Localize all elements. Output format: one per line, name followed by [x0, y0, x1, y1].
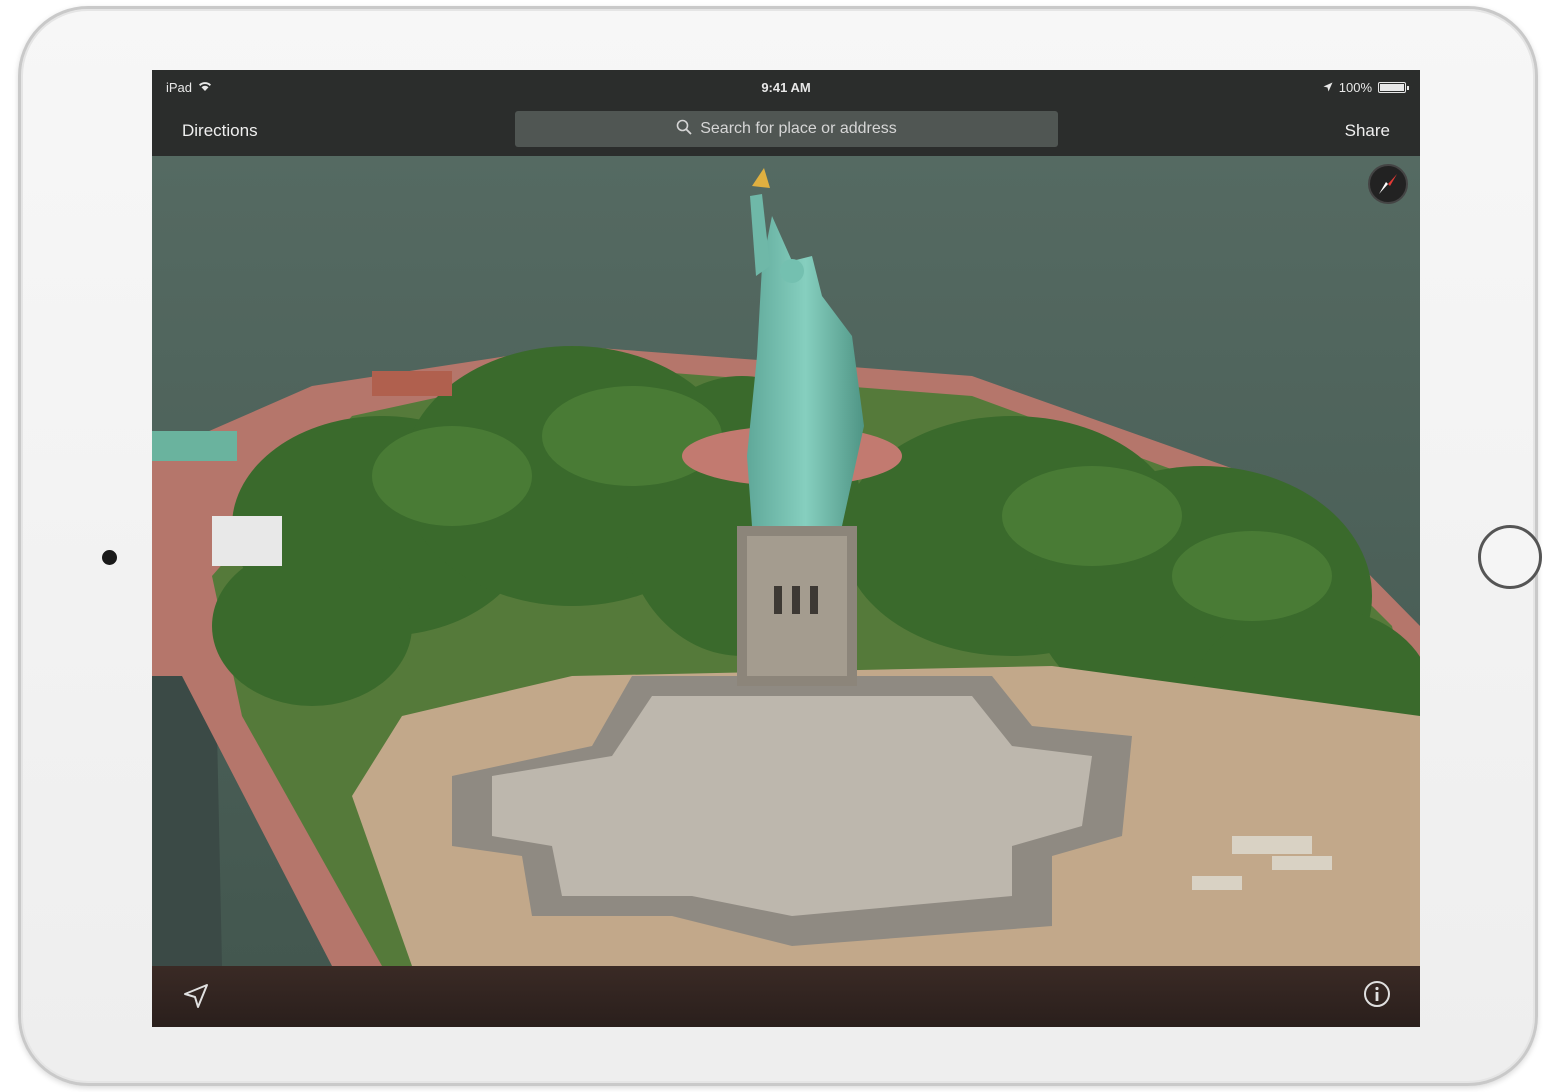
search-field[interactable]: Search for place or address [515, 111, 1058, 147]
info-icon[interactable] [1362, 979, 1392, 1009]
home-button[interactable] [1478, 525, 1542, 589]
tracking-icon[interactable] [180, 980, 212, 1012]
maps-screen: iPad 9:41 AM 100% Directions Search for … [152, 70, 1420, 1027]
pedestal-windows [774, 586, 818, 614]
status-right: 100% [1323, 80, 1409, 95]
search-placeholder: Search for place or address [700, 120, 897, 137]
location-arrow-icon [1323, 80, 1333, 95]
compass-icon[interactable] [1368, 164, 1408, 204]
battery-icon [1378, 82, 1409, 93]
building-white [212, 516, 282, 566]
battery-level [1380, 84, 1404, 91]
map-illustration [152, 156, 1420, 966]
battery-percentage: 100% [1338, 80, 1372, 95]
search-icon [676, 119, 692, 140]
building-red [372, 371, 452, 396]
status-bar: iPad 9:41 AM 100% [152, 70, 1420, 106]
share-button[interactable]: Share [1345, 121, 1390, 141]
flyover-map[interactable] [152, 156, 1420, 966]
statue-head [780, 259, 804, 283]
directions-button[interactable]: Directions [182, 121, 258, 141]
status-time: 9:41 AM [761, 80, 811, 95]
navigation-bar: Directions Search for place or address S… [152, 106, 1420, 156]
front-camera [102, 550, 117, 565]
building-green-roof [152, 431, 237, 461]
bottom-toolbar [152, 966, 1420, 1027]
